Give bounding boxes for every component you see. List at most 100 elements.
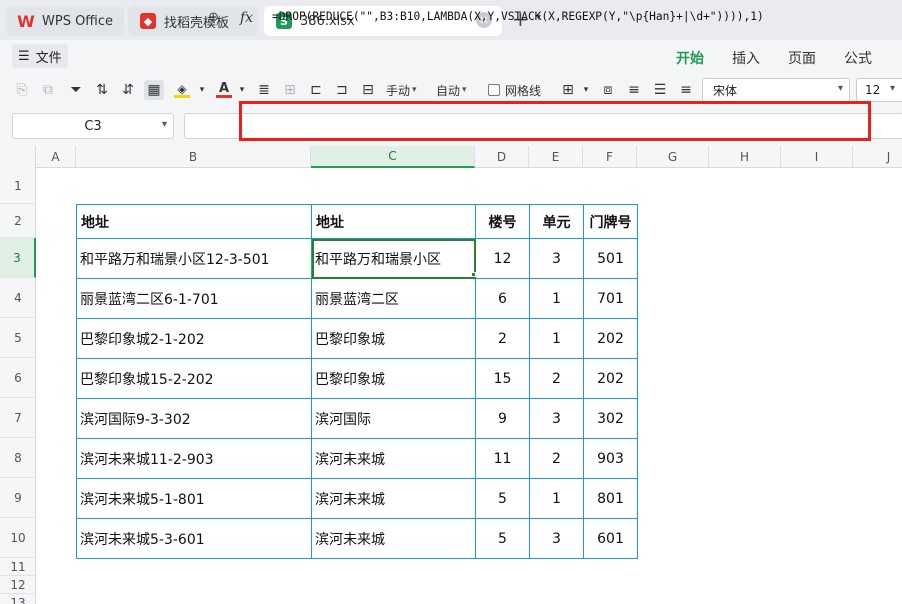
font-size-select[interactable]: 12 ▾	[856, 78, 902, 102]
column-header-c[interactable]: C	[311, 146, 475, 168]
table-style-icon[interactable]: ⊞	[558, 80, 578, 100]
row-header-3[interactable]: 3	[0, 238, 36, 278]
table-cell[interactable]: 6	[475, 278, 530, 319]
table-cell[interactable]: 巴黎印象城2-1-202	[76, 318, 312, 359]
table-cell[interactable]: 巴黎印象城15-2-202	[76, 358, 312, 399]
table-cell[interactable]: 9	[475, 398, 530, 439]
header-cell[interactable]: 地址	[311, 204, 476, 239]
row-header-5[interactable]: 5	[0, 318, 36, 358]
name-box[interactable]: C3 ▾	[12, 113, 174, 139]
table-cell[interactable]: 滨河未来城	[311, 518, 476, 559]
table-cell[interactable]: 滨河未来城	[311, 478, 476, 519]
column-header-e[interactable]: E	[529, 146, 583, 168]
formula-text[interactable]: =DROP(REDUCE("",B3:B10,LAMBDA(X,Y,VSTACK…	[272, 10, 764, 23]
table-cell[interactable]: 5	[475, 478, 530, 519]
header-cell[interactable]: 门牌号	[583, 204, 638, 239]
font-name-select[interactable]: 宋体 ▾	[702, 78, 850, 102]
tab-insert[interactable]: 插入	[732, 48, 760, 68]
table-cell[interactable]: 12	[475, 238, 530, 279]
table-cell[interactable]: 2	[475, 318, 530, 359]
active-cell[interactable]: 和平路万和瑞景小区	[311, 238, 476, 279]
paste-values-icon[interactable]: ⎘	[12, 80, 32, 100]
table-cell[interactable]: 丽景蓝湾二区	[311, 278, 476, 319]
row-header-13[interactable]: 13	[0, 594, 36, 604]
table-cell[interactable]: 巴黎印象城	[311, 318, 476, 359]
column-header-b[interactable]: B	[76, 146, 311, 168]
table-cell[interactable]: 滨河国际9-3-302	[76, 398, 312, 439]
align-right-icon[interactable]: ≡	[676, 80, 696, 100]
table-cell[interactable]: 滨河未来城11-2-903	[76, 438, 312, 479]
shrink-icon[interactable]: ⊟	[358, 80, 378, 100]
table-cell[interactable]: 501	[583, 238, 638, 279]
table-cell[interactable]: 1	[529, 278, 584, 319]
align-left-icon[interactable]: ≡	[624, 80, 644, 100]
fill-color-icon[interactable]: ◈	[172, 80, 192, 100]
row-header-7[interactable]: 7	[0, 398, 36, 438]
select-all-corner[interactable]	[0, 146, 36, 168]
table-cell[interactable]: 丽景蓝湾二区6-1-701	[76, 278, 312, 319]
table-cell[interactable]: 601	[583, 518, 638, 559]
table-cell[interactable]: 3	[529, 238, 584, 279]
table-cell[interactable]: 滨河未来城	[311, 438, 476, 479]
chevron-down-icon[interactable]: ▾	[576, 80, 596, 100]
table-cell[interactable]: 801	[583, 478, 638, 519]
table-cell[interactable]: 15	[475, 358, 530, 399]
align-center-indent-icon[interactable]: ⊐	[332, 80, 352, 100]
sort-descending-icon[interactable]: ⇵	[118, 80, 138, 100]
filter-icon[interactable]: ⏷	[66, 80, 86, 100]
header-cell[interactable]: 单元	[529, 204, 584, 239]
wrap-text-icon[interactable]: ≣	[254, 80, 274, 100]
table-cell[interactable]: 11	[475, 438, 530, 479]
font-color-dropdown-icon[interactable]: ▾	[232, 80, 252, 100]
function-icon[interactable]: fx	[240, 10, 253, 26]
fill-handle[interactable]	[471, 272, 476, 277]
row-header-8[interactable]: 8	[0, 438, 36, 478]
row-header-12[interactable]: 12	[0, 576, 36, 594]
sort-ascending-icon[interactable]: ⇅	[92, 80, 112, 100]
column-header-a[interactable]: A	[36, 146, 76, 168]
table-cell[interactable]: 滨河国际	[311, 398, 476, 439]
table-cell[interactable]: 3	[529, 398, 584, 439]
column-header-f[interactable]: F	[583, 146, 637, 168]
table-cell[interactable]: 滨河未来城5-1-801	[76, 478, 312, 519]
auto-button[interactable]: 自动 ▾	[436, 80, 467, 100]
fill-color-dropdown-icon[interactable]: ▾	[192, 80, 212, 100]
tab-wps-office[interactable]: W WPS Office	[6, 6, 124, 36]
table-cell[interactable]: 滨河未来城5-3-601	[76, 518, 312, 559]
zoom-search-icon[interactable]: ⊕	[208, 10, 224, 26]
tab-docer-templates[interactable]: ◆ 找稻壳模板	[128, 6, 258, 36]
tab-formula[interactable]: 公式	[844, 48, 872, 68]
column-header-d[interactable]: D	[475, 146, 529, 168]
copy-format-icon[interactable]: ⧉	[38, 80, 58, 100]
column-header-j[interactable]: J	[853, 146, 902, 168]
row-header-4[interactable]: 4	[0, 278, 36, 318]
tab-home[interactable]: 开始	[676, 48, 704, 74]
column-header-g[interactable]: G	[637, 146, 709, 168]
table-cell[interactable]: 5	[475, 518, 530, 559]
font-color-icon[interactable]: A	[214, 80, 234, 100]
row-header-6[interactable]: 6	[0, 358, 36, 398]
table-cell[interactable]: 1	[529, 478, 584, 519]
header-cell[interactable]: 楼号	[475, 204, 530, 239]
table-cell[interactable]: 2	[529, 438, 584, 479]
tab-page[interactable]: 页面	[788, 48, 816, 68]
column-header-i[interactable]: I	[781, 146, 853, 168]
table-cell[interactable]: 3	[529, 518, 584, 559]
formula-input-area[interactable]	[184, 113, 902, 139]
column-header-h[interactable]: H	[709, 146, 781, 168]
table-cell[interactable]: 巴黎印象城	[311, 358, 476, 399]
merge-cells-icon[interactable]: ⊞	[280, 80, 300, 100]
row-header-10[interactable]: 10	[0, 518, 36, 558]
table-cell[interactable]: 1	[529, 318, 584, 359]
table-cell[interactable]: 903	[583, 438, 638, 479]
header-cell[interactable]: 地址	[76, 204, 312, 239]
borders-icon[interactable]: ▦	[144, 80, 164, 100]
table-cell[interactable]: 2	[529, 358, 584, 399]
table-cell[interactable]: 202	[583, 318, 638, 359]
row-header-11[interactable]: 11	[0, 558, 36, 576]
row-header-9[interactable]: 9	[0, 478, 36, 518]
freeze-panes-icon[interactable]: ⧈	[598, 80, 618, 100]
align-center-icon[interactable]: ☰	[650, 80, 670, 100]
table-cell[interactable]: 和平路万和瑞景小区12-3-501	[76, 238, 312, 279]
file-menu-button[interactable]: ☰ 文件	[12, 44, 68, 68]
